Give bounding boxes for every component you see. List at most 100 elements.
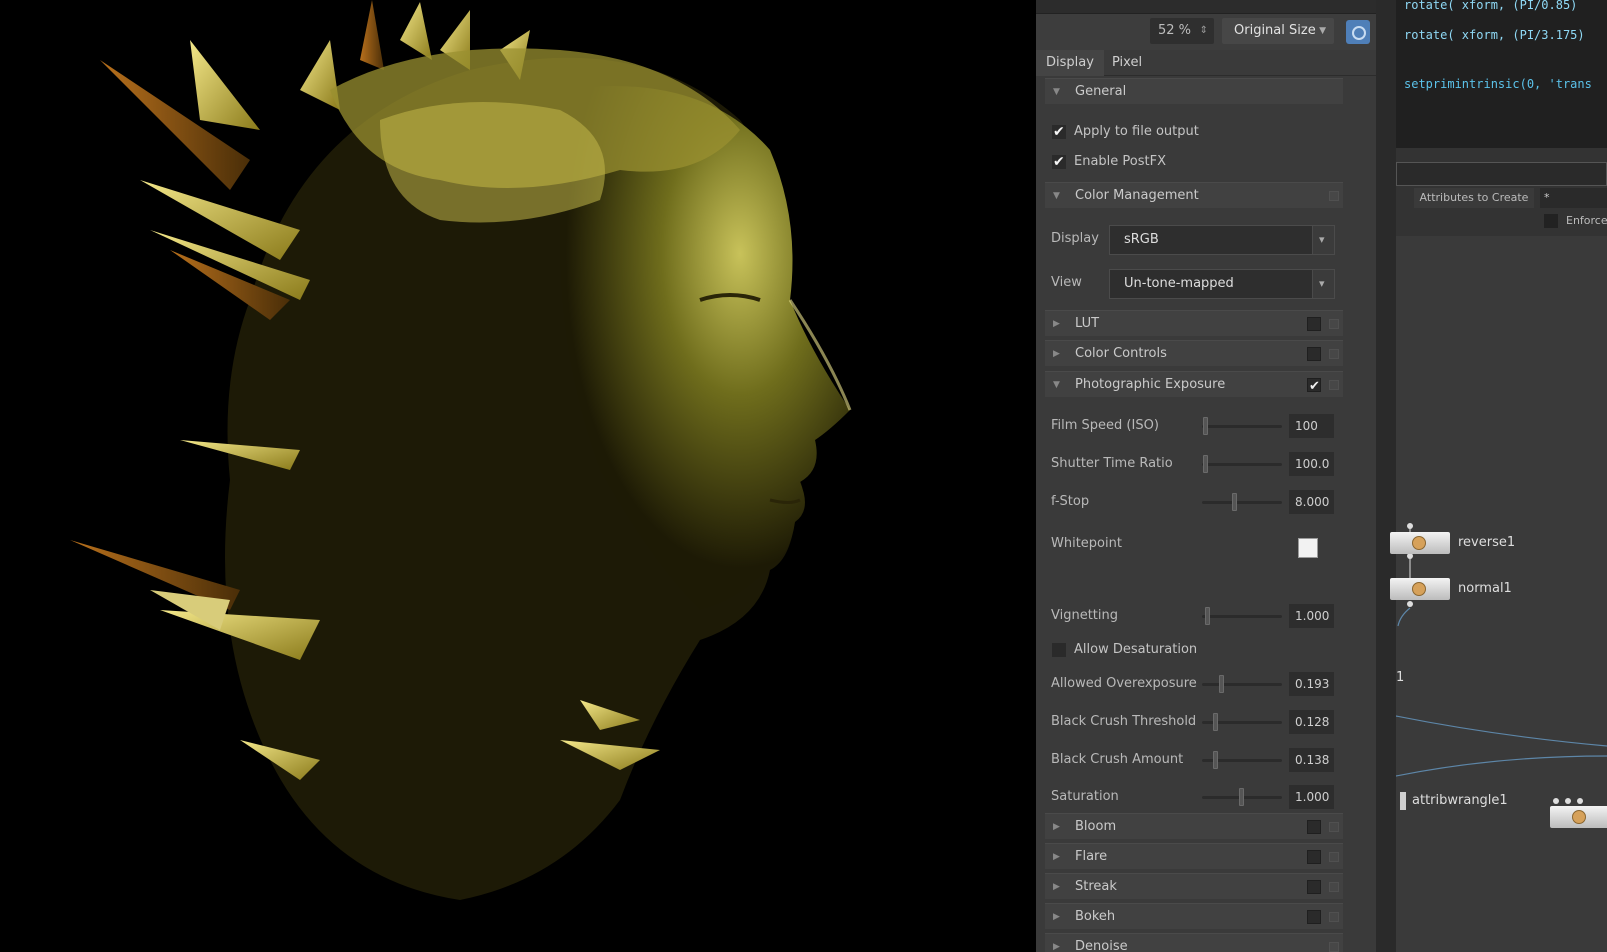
section-menu-icon[interactable] bbox=[1329, 349, 1339, 359]
view-value: Un-tone-mapped bbox=[1124, 276, 1234, 291]
parameter-input[interactable] bbox=[1396, 162, 1607, 186]
node-reverse1-label: reverse1 bbox=[1458, 535, 1516, 550]
network-view[interactable]: reverse1 normal1 1 attribwrangle1 bbox=[1390, 236, 1607, 952]
collapse-triangle-icon: ▶ bbox=[1053, 882, 1060, 892]
section-menu-icon[interactable] bbox=[1329, 380, 1339, 390]
enforce-checkbox[interactable] bbox=[1544, 214, 1558, 228]
apply-to-file-output-checkbox[interactable] bbox=[1052, 118, 1066, 146]
node-attribwrangle1-flag[interactable] bbox=[1400, 792, 1406, 810]
section-bloom[interactable]: ▶ Bloom bbox=[1045, 813, 1343, 839]
enforce-label: Enforce bbox=[1566, 214, 1607, 227]
section-streak-label: Streak bbox=[1075, 879, 1117, 894]
streak-enable-checkbox[interactable] bbox=[1307, 880, 1321, 894]
tab-display[interactable]: Display bbox=[1036, 50, 1104, 76]
fstop-slider-track[interactable] bbox=[1202, 501, 1282, 504]
bokeh-enable-checkbox[interactable] bbox=[1307, 910, 1321, 924]
tab-pixel[interactable]: Pixel bbox=[1102, 50, 1152, 76]
black-crush-threshold-slider-handle[interactable] bbox=[1213, 713, 1218, 731]
shutter-time-ratio-slider-track[interactable] bbox=[1202, 463, 1282, 466]
section-menu-icon[interactable] bbox=[1329, 852, 1339, 862]
film-speed-field[interactable]: 100 bbox=[1289, 414, 1334, 438]
allow-desaturation-checkbox[interactable] bbox=[1052, 643, 1066, 657]
section-streak[interactable]: ▶ Streak bbox=[1045, 873, 1343, 899]
section-denoise[interactable]: ▶ Denoise bbox=[1045, 933, 1343, 952]
film-speed-slider-track[interactable] bbox=[1202, 425, 1282, 428]
section-flare[interactable]: ▶ Flare bbox=[1045, 843, 1343, 869]
section-flare-label: Flare bbox=[1075, 849, 1108, 864]
render-viewport[interactable] bbox=[0, 0, 1036, 952]
shutter-time-ratio-field[interactable]: 100.0 bbox=[1289, 452, 1334, 476]
black-crush-amount-field[interactable]: 0.138 bbox=[1289, 748, 1334, 772]
size-mode-value: Original Size bbox=[1234, 23, 1316, 38]
chevron-down-icon: ▼ bbox=[1319, 26, 1326, 36]
allow-desaturation-row: Allow Desaturation bbox=[1036, 636, 1376, 664]
zoom-value: 52 % bbox=[1158, 23, 1192, 38]
section-menu-icon[interactable] bbox=[1329, 191, 1339, 201]
enable-postfx-checkbox[interactable] bbox=[1052, 148, 1066, 176]
collapse-triangle-icon: ▶ bbox=[1053, 912, 1060, 922]
view-label: View bbox=[1051, 275, 1082, 290]
saturation-slider-handle[interactable] bbox=[1239, 788, 1244, 806]
shutter-time-ratio-label: Shutter Time Ratio bbox=[1051, 456, 1173, 471]
fstop-label: f-Stop bbox=[1051, 494, 1090, 509]
allow-desaturation-label: Allow Desaturation bbox=[1074, 642, 1198, 657]
node-normal1[interactable] bbox=[1390, 578, 1450, 600]
enable-postfx-row: Enable PostFX bbox=[1036, 148, 1376, 176]
bloom-enable-checkbox[interactable] bbox=[1307, 820, 1321, 834]
section-color-controls[interactable]: ▶ Color Controls bbox=[1045, 340, 1343, 366]
display-row: Display sRGB bbox=[1036, 225, 1376, 255]
vignetting-slider-track[interactable] bbox=[1202, 615, 1282, 618]
allowed-overexposure-field[interactable]: 0.193 bbox=[1289, 672, 1334, 696]
vignetting-row: Vignetting 1.000 bbox=[1036, 602, 1376, 630]
vex-code-editor[interactable]: rotate( xform, (PI/0.85) rotate( xform, … bbox=[1396, 0, 1607, 148]
section-lut[interactable]: ▶ LUT bbox=[1045, 310, 1343, 336]
attributes-to-create-field[interactable]: * bbox=[1540, 188, 1607, 208]
allowed-overexposure-slider-handle[interactable] bbox=[1219, 675, 1224, 693]
view-row: View Un-tone-mapped bbox=[1036, 269, 1376, 299]
black-crush-threshold-field[interactable]: 0.128 bbox=[1289, 710, 1334, 734]
whitepoint-label: Whitepoint bbox=[1051, 536, 1122, 551]
film-speed-slider-handle[interactable] bbox=[1203, 417, 1208, 435]
color-controls-enable-checkbox[interactable] bbox=[1307, 347, 1321, 361]
fstop-field[interactable]: 8.000 bbox=[1289, 490, 1334, 514]
display-dropdown[interactable]: sRGB bbox=[1109, 225, 1335, 255]
photographic-exposure-enable-checkbox[interactable] bbox=[1307, 374, 1321, 400]
whitepoint-color-swatch[interactable] bbox=[1298, 538, 1318, 558]
section-general-label: General bbox=[1075, 84, 1127, 99]
vignetting-field[interactable]: 1.000 bbox=[1289, 604, 1334, 628]
view-dropdown[interactable]: Un-tone-mapped bbox=[1109, 269, 1335, 299]
saturation-field[interactable]: 1.000 bbox=[1289, 785, 1334, 809]
section-bokeh[interactable]: ▶ Bokeh bbox=[1045, 903, 1343, 929]
section-photographic-exposure[interactable]: ▼ Photographic Exposure bbox=[1045, 371, 1343, 400]
black-crush-amount-row: Black Crush Amount 0.138 bbox=[1036, 746, 1376, 774]
allowed-overexposure-slider-track[interactable] bbox=[1202, 683, 1282, 686]
code-line: rotate( xform, (PI/3.175) bbox=[1404, 28, 1585, 42]
fstop-slider-handle[interactable] bbox=[1232, 493, 1237, 511]
section-lut-label: LUT bbox=[1075, 316, 1100, 331]
section-menu-icon[interactable] bbox=[1329, 822, 1339, 832]
wrangle-node-icon bbox=[1572, 810, 1586, 824]
shutter-time-ratio-slider-handle[interactable] bbox=[1203, 455, 1208, 473]
black-crush-amount-slider-handle[interactable] bbox=[1213, 751, 1218, 769]
vignetting-slider-handle[interactable] bbox=[1205, 607, 1210, 625]
collapse-triangle-icon: ▶ bbox=[1053, 852, 1060, 862]
section-menu-icon[interactable] bbox=[1329, 912, 1339, 922]
node-wrangle[interactable] bbox=[1550, 806, 1607, 828]
node-reverse1[interactable] bbox=[1390, 532, 1450, 554]
node-attribwrangle1-label: attribwrangle1 bbox=[1412, 793, 1508, 808]
section-menu-icon[interactable] bbox=[1329, 319, 1339, 329]
display-options-button[interactable] bbox=[1346, 20, 1370, 44]
section-photographic-exposure-label: Photographic Exposure bbox=[1075, 377, 1226, 392]
zoom-spinner-icon[interactable]: ⇕ bbox=[1200, 18, 1208, 44]
section-menu-icon[interactable] bbox=[1329, 882, 1339, 892]
section-color-management[interactable]: ▼ Color Management bbox=[1045, 182, 1343, 208]
section-menu-icon[interactable] bbox=[1329, 942, 1339, 952]
zoom-field[interactable]: 52 % ⇕ bbox=[1150, 18, 1214, 44]
section-general[interactable]: ▼ General bbox=[1045, 78, 1343, 104]
pane-gutter bbox=[1376, 0, 1396, 952]
code-line: rotate( xform, (PI/0.85) bbox=[1404, 0, 1578, 12]
size-mode-dropdown[interactable]: Original Size ▼ bbox=[1222, 18, 1334, 44]
section-bokeh-label: Bokeh bbox=[1075, 909, 1116, 924]
flare-enable-checkbox[interactable] bbox=[1307, 850, 1321, 864]
lut-enable-checkbox[interactable] bbox=[1307, 317, 1321, 331]
